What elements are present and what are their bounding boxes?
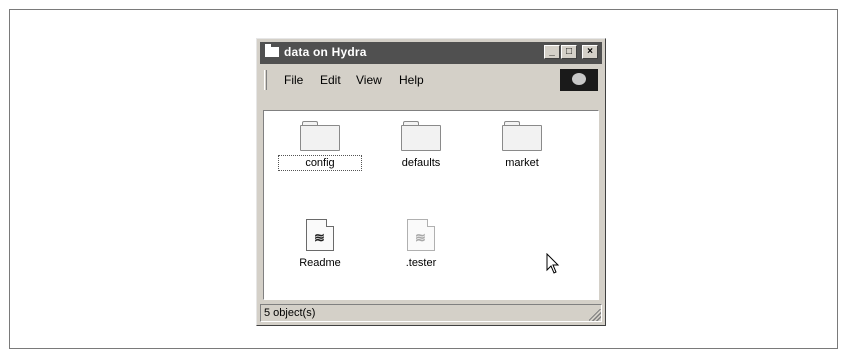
folder-icon xyxy=(401,121,441,151)
file-item-config[interactable]: config xyxy=(278,121,362,171)
menu-file[interactable]: File xyxy=(284,73,303,87)
explorer-window: data on Hydra _ □ × File Edit View Help … xyxy=(256,38,606,326)
file-item-market[interactable]: market xyxy=(482,121,562,169)
file-item-readme[interactable]: ≋ Readme xyxy=(280,219,360,269)
file-item-tester[interactable]: ≋ .tester xyxy=(381,219,461,269)
file-label: market xyxy=(505,157,539,169)
file-label: config xyxy=(278,155,362,171)
windows-logo-icon xyxy=(560,69,598,91)
menu-view[interactable]: View xyxy=(356,73,382,87)
title-bar[interactable]: data on Hydra _ □ × xyxy=(260,42,602,64)
file-view[interactable]: config defaults market ≋ Readme ≋ .teste… xyxy=(263,110,599,300)
menu-edit[interactable]: Edit xyxy=(320,73,341,87)
window-title: data on Hydra xyxy=(284,45,367,59)
close-button[interactable]: × xyxy=(582,45,598,59)
resize-grip-icon[interactable] xyxy=(589,309,601,321)
file-label: Readme xyxy=(299,257,341,269)
status-bar: 5 object(s) xyxy=(260,304,602,322)
folder-icon xyxy=(265,44,279,57)
mouse-pointer-icon xyxy=(546,253,560,274)
maximize-button[interactable]: □ xyxy=(561,45,577,59)
document-icon: ≋ xyxy=(407,219,435,251)
menu-bar: File Edit View Help xyxy=(260,67,602,93)
folder-icon xyxy=(300,121,340,151)
status-text: 5 object(s) xyxy=(260,304,602,322)
folder-icon xyxy=(502,121,542,151)
file-item-defaults[interactable]: defaults xyxy=(381,121,461,169)
menu-help[interactable]: Help xyxy=(399,73,424,87)
document-icon: ≋ xyxy=(306,219,334,251)
file-label: .tester xyxy=(405,257,437,269)
menu-grip[interactable] xyxy=(264,70,267,90)
file-label: defaults xyxy=(401,157,441,169)
minimize-button[interactable]: _ xyxy=(544,45,560,59)
